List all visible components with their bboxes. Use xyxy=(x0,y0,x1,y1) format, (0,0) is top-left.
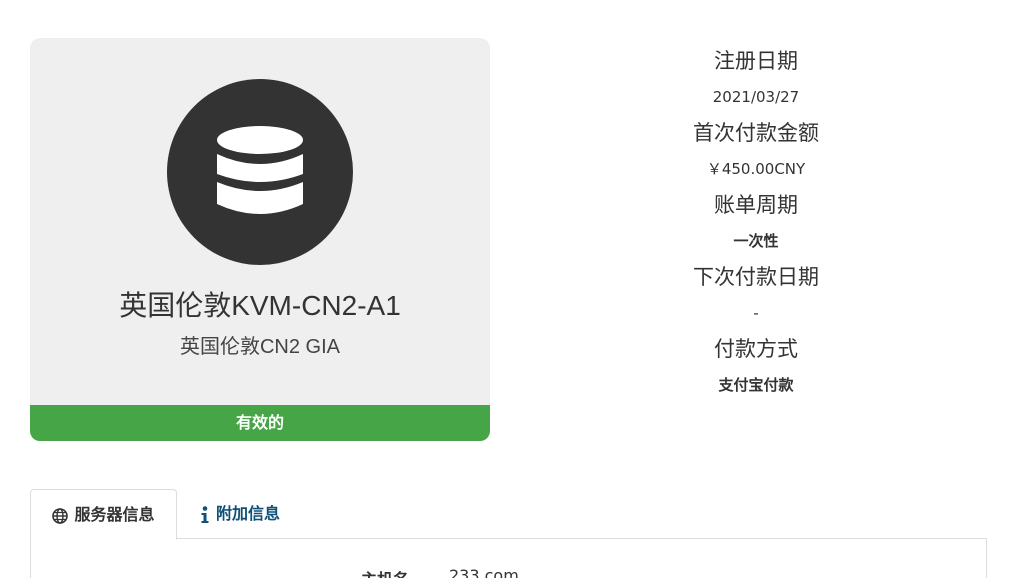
product-details-page: 英国伦敦KVM-CN2-A1 英国伦敦CN2 GIA 有效的 注册日期 2021… xyxy=(0,0,1013,578)
database-icon xyxy=(217,126,303,214)
info-tabs: 服务器信息 附加信息 xyxy=(30,489,987,540)
next-due-date-value: - xyxy=(753,304,759,322)
product-name: 英国伦敦KVM-CN2-A1 xyxy=(119,290,401,321)
info-icon xyxy=(200,505,210,524)
tab-server-info-label: 服务器信息 xyxy=(74,505,155,524)
registration-date-label: 注册日期 xyxy=(714,49,798,73)
first-payment-value: ￥450.00CNY xyxy=(706,160,806,178)
payment-method-label: 付款方式 xyxy=(714,337,798,361)
product-card: 英国伦敦KVM-CN2-A1 英国伦敦CN2 GIA 有效的 xyxy=(30,38,490,441)
tab-addon-info-label: 附加信息 xyxy=(216,504,281,523)
tab-addon-info[interactable]: 附加信息 xyxy=(200,489,280,538)
billing-cycle-label: 账单周期 xyxy=(714,193,798,217)
next-due-date-label: 下次付款日期 xyxy=(693,265,819,289)
payment-method-value: 支付宝付款 xyxy=(718,376,794,394)
globe-icon xyxy=(52,507,69,524)
first-payment-label: 首次付款金额 xyxy=(693,121,819,145)
billing-cycle-value: 一次性 xyxy=(733,232,779,250)
status-badge: 有效的 xyxy=(30,405,490,441)
product-group: 英国伦敦CN2 GIA xyxy=(179,336,341,358)
product-icon-circle xyxy=(167,79,353,265)
billing-info: 注册日期 2021/03/27 首次付款金额 ￥450.00CNY 账单周期 一… xyxy=(556,44,956,404)
server-info-panel: 主机名 233.com xyxy=(30,538,987,578)
registration-date-value: 2021/03/27 xyxy=(712,88,800,106)
hostname-label: 主机名 xyxy=(361,566,409,578)
hostname-value: 233.com xyxy=(449,566,519,578)
tab-server-info[interactable]: 服务器信息 xyxy=(30,489,177,540)
